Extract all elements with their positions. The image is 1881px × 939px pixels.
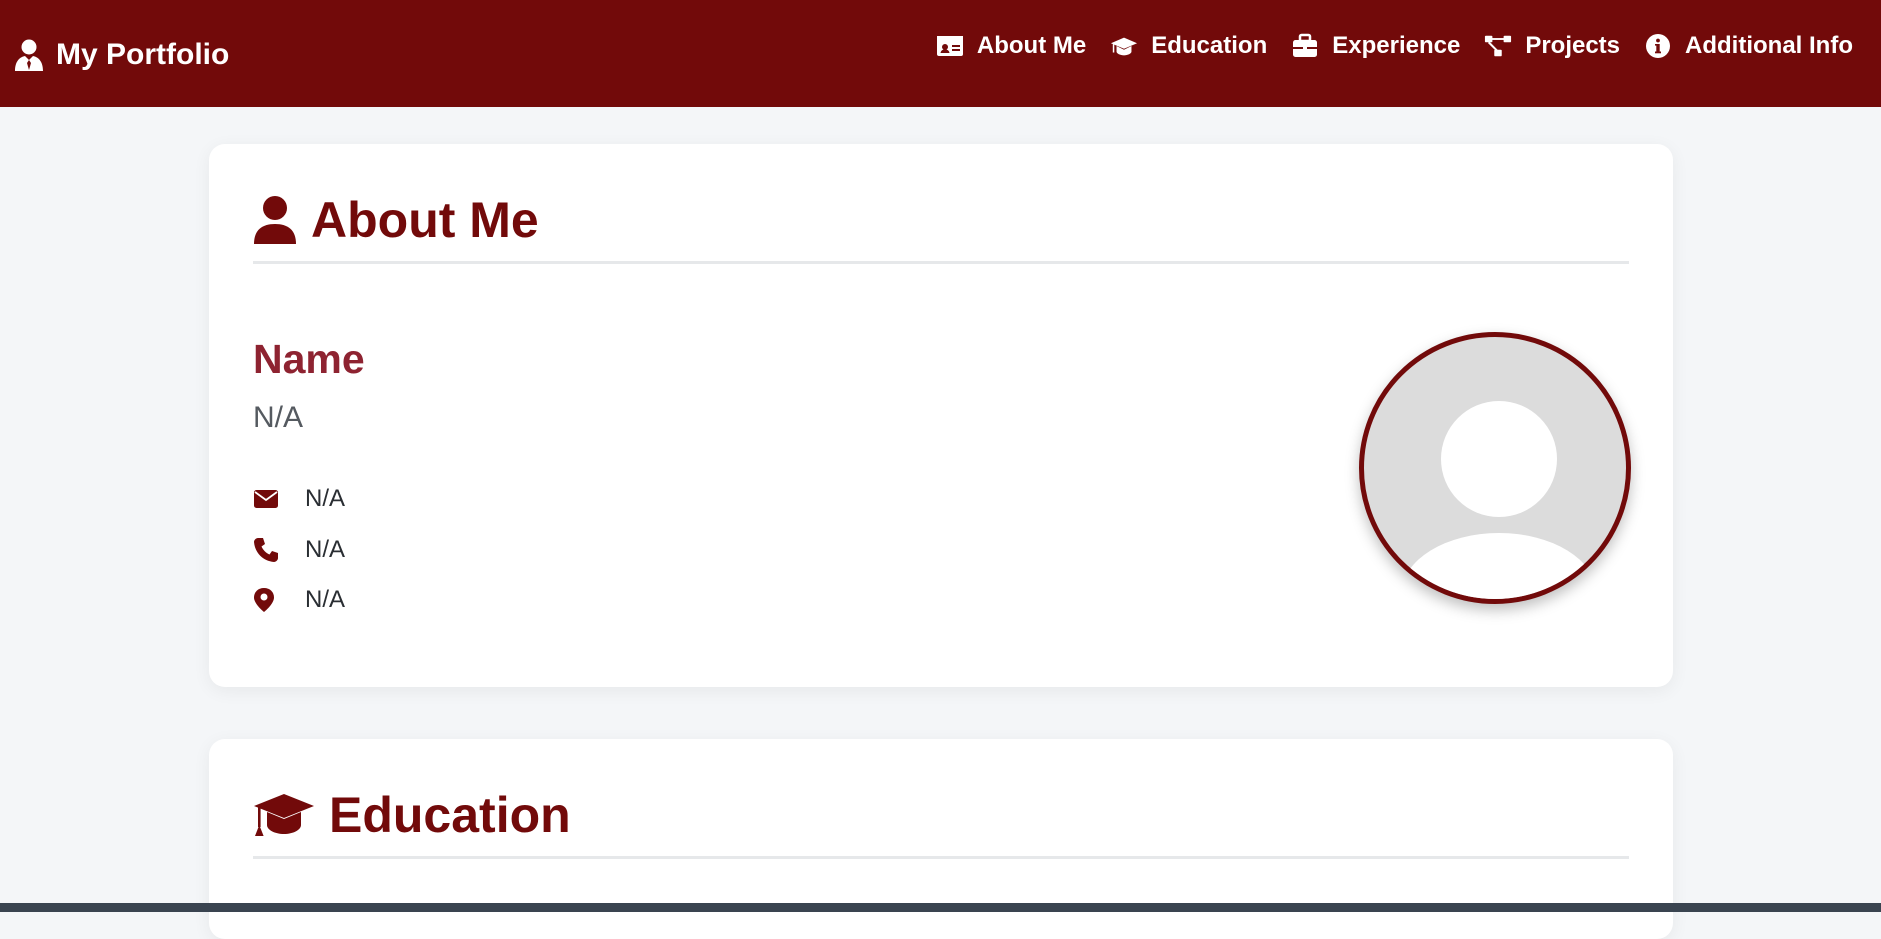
graduation-cap-icon [254,794,314,836]
nav-label: Additional Info [1685,31,1853,59]
about-me-card: About Me Name N/A N/A N/A N/A [209,144,1673,687]
location-value: N/A [305,586,346,613]
avatar-placeholder-body [1402,533,1596,599]
name-label: Name [253,336,365,382]
name-value: N/A [253,401,304,434]
user-icon [254,196,296,244]
top-navbar: My Portfolio About Me Education Experien… [0,0,1881,107]
briefcase-icon [1293,33,1318,57]
envelope-icon [254,490,278,508]
nav-label: Projects [1525,31,1621,59]
nav-about-me[interactable]: About Me [936,32,1086,60]
phone-value: N/A [305,536,346,563]
nav-experience[interactable]: Experience [1291,32,1460,60]
info-circle-icon [1646,33,1671,58]
nav-label: Experience [1332,31,1461,59]
section-title: Education [329,787,571,843]
email-value: N/A [305,485,346,512]
nav-links: About Me Education Experience Projects A… [912,32,1853,60]
user-tie-icon [15,39,43,71]
project-diagram-icon [1485,35,1512,56]
nav-education[interactable]: Education [1110,32,1267,60]
phone-icon [254,538,278,562]
section-title: About Me [311,192,539,248]
map-marker-icon [254,588,274,612]
nav-label: About Me [976,31,1087,59]
brand-title: My Portfolio [56,37,230,71]
education-header: Education [253,786,1629,844]
section-divider [253,856,1629,859]
nav-label: Education [1151,31,1268,59]
contact-location: N/A [253,586,345,614]
brand[interactable]: My Portfolio [14,38,229,72]
nav-projects[interactable]: Projects [1484,32,1620,60]
contact-phone: N/A [253,536,345,564]
contact-email: N/A [253,485,345,513]
window-bottom-border [0,903,1881,912]
about-me-header: About Me [253,191,1629,249]
profile-avatar [1359,332,1631,604]
graduation-cap-icon [1111,37,1138,55]
section-divider [253,261,1629,264]
nav-additional-info[interactable]: Additional Info [1644,32,1853,60]
avatar-placeholder-head [1441,401,1557,517]
id-card-icon [936,35,963,56]
